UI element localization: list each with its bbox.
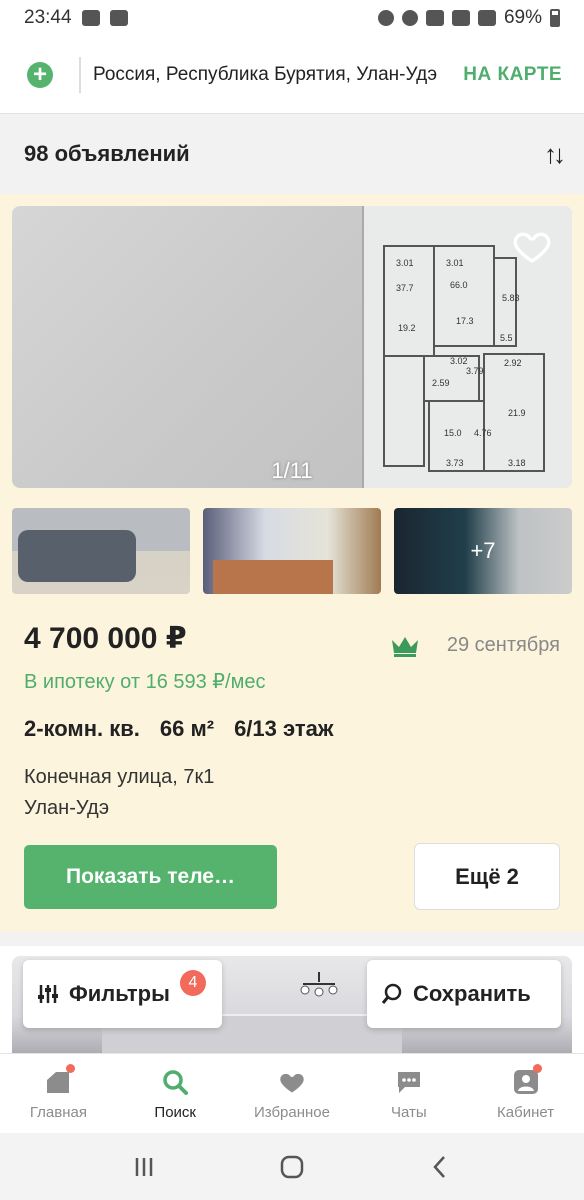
nav-item-favorites[interactable]: Избранное [234,1054,351,1133]
heart-icon [280,1073,304,1093]
nav-item-chats[interactable]: Чаты [350,1054,467,1133]
mortgage-info[interactable]: В ипотеку от 16 593 ₽/мес [24,669,265,694]
plan-label: 3.01 [446,258,464,268]
plan-label: 19.2 [398,323,416,333]
photo-thumbnails: +7 [12,508,572,594]
plan-label: 17.3 [456,316,474,326]
nav-item-search[interactable]: Поиск [117,1054,234,1133]
floor: 6/13 этаж [234,716,334,741]
thumbnail-bedroom[interactable] [203,508,381,594]
listing-price: 4 700 000 ₽ [24,622,187,655]
area: 66 м² [159,716,215,741]
home-button-icon[interactable] [278,1153,306,1181]
plan-label: 3.02 [450,356,468,366]
battery-icon [550,9,560,27]
wifi-icon [425,10,444,26]
results-count: 98 объявлений [24,141,190,166]
notification-dot [533,1064,543,1073]
listing-params: 2-комн. кв. 66 м² 6/13 этаж [24,716,333,742]
location-search-bar: + Россия, Республика Бурятия, Улан-Удэ Н… [0,36,584,114]
location-query[interactable]: Россия, Республика Бурятия, Улан-Удэ [93,64,437,86]
listing-main-photo[interactable]: 3.01 37.7 3.01 66.0 5.83 19.2 17.3 5.5 3… [12,206,572,488]
plan-label: 66.0 [450,280,468,290]
status-time: 23:44 [24,7,72,28]
nav-label: Чаты [390,1104,427,1121]
plan-label: 4.76 [474,428,492,438]
battery-percent: 69% [503,7,542,28]
plan-label: 37.7 [396,283,414,293]
notification-dot [66,1064,75,1073]
more-options-button[interactable]: Ещё 2 [414,843,560,910]
nav-label: Кабинет [497,1104,555,1121]
address-street: Конечная улица, 7к1 [24,766,215,788]
plan-label: 5.5 [500,333,513,343]
recent-apps-icon[interactable] [130,1153,158,1181]
listing-card[interactable]: 3.01 37.7 3.01 66.0 5.83 19.2 17.3 5.5 3… [0,194,584,932]
filters-label: Фильтры [69,981,170,1006]
thumbnail-kitchen[interactable]: +7 [394,508,572,594]
floor-plan-image: 3.01 37.7 3.01 66.0 5.83 19.2 17.3 5.5 3… [383,245,545,472]
plan-label: 15.0 [444,428,462,438]
nav-label: Избранное [253,1104,330,1121]
favorite-heart-icon[interactable] [512,226,552,266]
chat-icon [397,1072,420,1093]
location-icon [401,10,418,26]
add-location-icon[interactable]: + [27,61,53,88]
plan-label: 3.79 [466,366,484,376]
save-search-icon [381,983,402,1004]
nav-label: Главная [29,1104,87,1121]
photo-counter: 1/11 [271,458,313,483]
youtube-icon [109,10,128,26]
address-city: Улан-Удэ [24,797,110,819]
plan-label: 5.83 [502,293,520,303]
signal-icon [451,10,470,26]
crown-icon [392,637,418,657]
nav-item-home[interactable]: Главная [0,1054,117,1133]
plan-label: 3.01 [396,258,414,268]
results-header: 98 объявлений ↑↓ [0,114,584,194]
alarm-icon [377,10,394,26]
search-icon [163,1070,189,1095]
plan-label: 2.92 [504,358,522,368]
chandelier-icon [300,972,338,997]
listing-date: 29 сентября [446,634,560,656]
status-bar: 23:44 69% [0,0,584,36]
save-search-button[interactable]: Сохранить [367,960,561,1028]
plan-label: 2.59 [432,378,450,388]
filters-count-badge: 4 [180,970,206,996]
gallery-icon [81,10,100,26]
nav-label: Поиск [154,1104,196,1121]
system-navigation-bar [0,1133,584,1200]
filters-icon [38,985,58,1003]
signal-2-icon [477,10,496,26]
thumbnail-living-room[interactable] [12,508,190,594]
bottom-navigation: Главная Поиск Избранное Чаты Кабинет [0,1053,584,1133]
save-search-label: Сохранить [413,981,531,1006]
divider [79,56,81,93]
back-icon[interactable] [426,1153,454,1181]
show-on-map-button[interactable]: НА КАРТЕ [463,64,562,86]
more-photos-count: +7 [394,508,572,594]
rooms: 2-комн. кв. [24,716,140,741]
sort-icon[interactable]: ↑↓ [544,139,566,170]
nav-item-profile[interactable]: Кабинет [467,1054,584,1133]
plan-label: 21.9 [508,408,526,418]
show-phone-button[interactable]: Показать теле… [24,845,277,909]
